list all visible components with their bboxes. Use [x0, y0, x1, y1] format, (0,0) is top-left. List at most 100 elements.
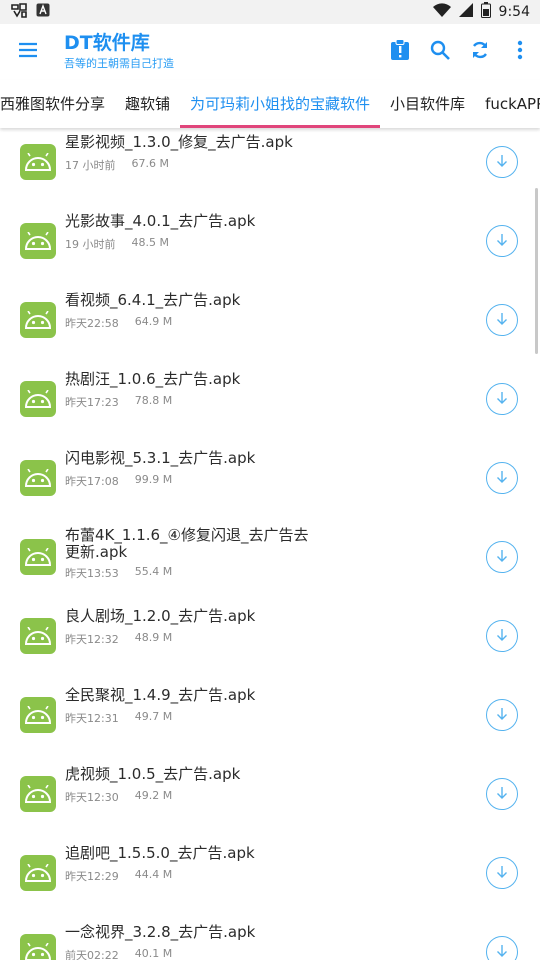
file-meta: 19 小时前 48.5 M	[65, 236, 169, 252]
file-meta: 昨天17:23 78.8 M	[65, 394, 172, 410]
more-options-button[interactable]	[500, 24, 540, 80]
file-name: 闪电影视_5.3.1_去广告.apk	[65, 449, 256, 467]
file-list-item[interactable]: 星影视频_1.3.0_修复_去广告.apk 17 小时前 67.6 M	[0, 128, 540, 207]
file-list-item[interactable]: 布蕾4K_1.1.6_④修复闪退_去广告去更新.apk 昨天13:53 55.4 M	[0, 523, 540, 602]
signal-icon	[458, 3, 473, 21]
tab-qu-ruanpu[interactable]: 趣软铺	[115, 80, 180, 128]
tab-treasure-software[interactable]: 为可玛莉小姐找的宝藏软件	[180, 80, 381, 128]
file-meta: 昨天12:30 49.2 M	[65, 789, 172, 805]
clock: 9:54	[498, 4, 530, 20]
file-name: 看视频_6.4.1_去广告.apk	[65, 291, 241, 309]
file-time: 19 小时前	[65, 238, 116, 251]
download-arrow-icon	[495, 706, 509, 725]
download-button[interactable]	[486, 462, 518, 494]
android-apk-icon	[20, 460, 56, 496]
app-title: DT软件库	[64, 32, 150, 54]
file-time: 昨天13:53	[65, 567, 119, 580]
file-list-item[interactable]: 看视频_6.4.1_去广告.apk 昨天22:58 64.9 M	[0, 286, 540, 365]
download-arrow-icon	[495, 232, 509, 251]
download-arrow-icon	[495, 785, 509, 804]
file-time: 17 小时前	[65, 159, 116, 172]
source-tabs: 西雅图软件分享 趣软铺 为可玛莉小姐找的宝藏软件 小目软件库 fuckAPP	[0, 80, 540, 128]
file-name: 追剧吧_1.5.5.0_去广告.apk	[65, 844, 255, 862]
download-button[interactable]	[486, 620, 518, 652]
file-list-item[interactable]: 虎视频_1.0.5_去广告.apk 昨天12:30 49.2 M	[0, 760, 540, 839]
download-button[interactable]	[486, 699, 518, 731]
download-arrow-icon	[495, 548, 509, 567]
android-apk-icon	[20, 697, 56, 733]
file-time: 昨天22:58	[65, 317, 119, 330]
download-arrow-icon	[495, 153, 509, 172]
search-icon	[430, 40, 450, 64]
file-list-item[interactable]: 追剧吧_1.5.5.0_去广告.apk 昨天12:29 44.4 M	[0, 839, 540, 918]
file-list: 星影视频_1.3.0_修复_去广告.apk 17 小时前 67.6 M 光影故事_4.…	[0, 128, 540, 960]
a-notification-icon	[36, 3, 50, 21]
file-size: 55.4 M	[134, 565, 173, 578]
download-button[interactable]	[486, 857, 518, 889]
file-list-item[interactable]: 良人剧场_1.2.0_去广告.apk 昨天12:32 48.9 M	[0, 602, 540, 681]
file-name: 热剧汪_1.0.6_去广告.apk	[65, 370, 241, 388]
file-time: 前天02:22	[65, 949, 119, 960]
file-meta: 昨天12:31 49.7 M	[65, 710, 172, 726]
download-arrow-icon	[495, 943, 509, 960]
download-arrow-icon	[495, 311, 509, 330]
file-name: 良人剧场_1.2.0_去广告.apk	[65, 607, 256, 625]
download-arrow-icon	[495, 627, 509, 646]
tab-fuckapp[interactable]: fuckAPP	[475, 80, 540, 128]
download-button[interactable]	[486, 225, 518, 257]
download-button[interactable]	[486, 383, 518, 415]
file-name: 星影视频_1.3.0_修复_去广告.apk	[65, 133, 293, 151]
battery-icon	[480, 2, 491, 22]
file-size: 67.6 M	[131, 157, 169, 170]
file-meta: 昨天12:29 44.4 M	[65, 868, 172, 884]
android-apk-icon	[20, 302, 56, 338]
file-meta: 昨天22:58 64.9 M	[65, 315, 172, 331]
file-size: 48.9 M	[134, 631, 173, 644]
file-meta: 17 小时前 67.6 M	[65, 157, 169, 173]
file-list-item[interactable]: 光影故事_4.0.1_去广告.apk 19 小时前 48.5 M	[0, 207, 540, 286]
hamburger-menu-icon	[18, 42, 38, 62]
file-name: 一念视界_3.2.8_去广告.apk	[65, 923, 256, 941]
status-bar: 9:54	[0, 0, 540, 24]
android-apk-icon	[20, 776, 56, 812]
tab-xiaomu[interactable]: 小目软件库	[380, 80, 475, 128]
download-button[interactable]	[486, 936, 518, 960]
clipboard-alert-button[interactable]	[380, 24, 420, 80]
file-size: 49.2 M	[134, 789, 173, 802]
file-time: 昨天12:29	[65, 870, 119, 883]
refresh-button[interactable]	[460, 24, 500, 80]
scrollbar[interactable]	[535, 188, 538, 354]
download-button[interactable]	[486, 304, 518, 336]
file-size: 99.9 M	[134, 473, 173, 486]
download-arrow-icon	[495, 390, 509, 409]
android-apk-icon	[20, 144, 56, 180]
tab-xiyatu[interactable]: 西雅图软件分享	[0, 80, 115, 128]
file-size: 78.8 M	[134, 394, 173, 407]
file-size: 40.1 M	[134, 947, 173, 960]
file-list-item[interactable]: 热剧汪_1.0.6_去广告.apk 昨天17:23 78.8 M	[0, 365, 540, 444]
android-apk-icon	[20, 855, 56, 891]
file-size: 64.9 M	[134, 315, 173, 328]
android-apk-icon	[20, 618, 56, 654]
file-time: 昨天12:31	[65, 712, 119, 725]
download-arrow-icon	[495, 864, 509, 883]
file-list-item[interactable]: 全民聚视_1.4.9_去广告.apk 昨天12:31 49.7 M	[0, 681, 540, 760]
file-list-item[interactable]: 闪电影视_5.3.1_去广告.apk 昨天17:08 99.9 M	[0, 444, 540, 523]
file-size: 48.5 M	[131, 236, 169, 249]
android-apk-icon	[20, 223, 56, 259]
file-size: 44.4 M	[134, 868, 173, 881]
search-button[interactable]	[420, 24, 460, 80]
download-button[interactable]	[486, 778, 518, 810]
wifi-icon	[432, 3, 451, 21]
menu-button[interactable]	[0, 24, 56, 80]
file-list-item[interactable]: 一念视界_3.2.8_去广告.apk 前天02:22 40.1 M	[0, 918, 540, 960]
file-name: 光影故事_4.0.1_去广告.apk	[65, 212, 256, 230]
android-apk-icon	[20, 934, 56, 960]
file-name: 虎视频_1.0.5_去广告.apk	[65, 765, 241, 783]
more-vert-icon	[517, 40, 523, 64]
file-time: 昨天12:32	[65, 633, 119, 646]
download-button[interactable]	[486, 146, 518, 178]
download-button[interactable]	[486, 541, 518, 573]
file-name: 全民聚视_1.4.9_去广告.apk	[65, 686, 256, 704]
app-subtitle: 吾等的王朝需自己打造	[64, 57, 174, 70]
